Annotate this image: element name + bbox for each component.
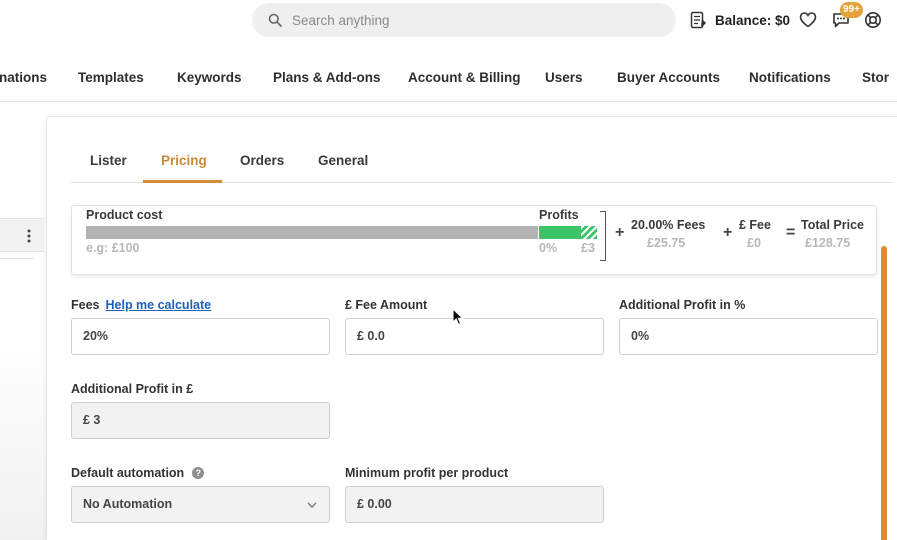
- nav-item-templates[interactable]: Templates: [78, 70, 144, 85]
- tab-pricing[interactable]: Pricing: [161, 153, 207, 168]
- help-me-calculate-link[interactable]: Help me calculate: [106, 298, 212, 312]
- nav-item-store[interactable]: Stor: [862, 70, 889, 85]
- profits-percent: 0%: [539, 241, 558, 255]
- notification-badge: 99+: [840, 2, 863, 18]
- min-profit-label: Minimum profit per product: [345, 466, 509, 480]
- tab-lister[interactable]: Lister: [90, 153, 127, 168]
- fees-amount: £25.75: [647, 236, 686, 250]
- profits-bar-striped: [581, 226, 597, 239]
- wallet-receipt-icon: [690, 11, 706, 29]
- min-profit-input[interactable]: £ 0.00: [345, 486, 604, 523]
- support-button[interactable]: [864, 11, 882, 29]
- fees-label: 20.00% Fees: [631, 218, 706, 232]
- balance-text: Balance: $0: [715, 12, 791, 28]
- nav-item-integrations[interactable]: nations: [0, 70, 47, 85]
- settings-tabs: Lister Pricing Orders General: [71, 143, 893, 183]
- nav-item-buyer-accounts[interactable]: Buyer Accounts: [617, 70, 720, 85]
- tab-orders[interactable]: Orders: [240, 153, 284, 168]
- profits-amount: £3: [581, 241, 595, 255]
- favorites-button[interactable]: [799, 11, 817, 29]
- profits-label: Profits: [539, 208, 579, 222]
- divider: [0, 258, 34, 259]
- lifebuoy-icon: [865, 12, 881, 28]
- product-cost-label: Product cost: [86, 208, 163, 222]
- top-header: Search anything Balance: $0 99+: [0, 0, 897, 42]
- search-placeholder: Search anything: [292, 12, 390, 28]
- mouse-cursor-icon: [452, 308, 464, 326]
- total-price-label: Total Price: [801, 218, 864, 232]
- nav-item-plans-addons[interactable]: Plans & Add-ons: [273, 70, 381, 85]
- equals-operator: =: [786, 224, 796, 241]
- fee-amount-label: £ Fee Amount: [345, 298, 428, 312]
- plus-operator: +: [615, 224, 625, 241]
- nav-item-account-billing[interactable]: Account & Billing: [408, 70, 521, 85]
- nav-item-keywords[interactable]: Keywords: [177, 70, 242, 85]
- active-tab-indicator: [143, 180, 222, 183]
- profits-bar: [539, 226, 581, 239]
- additional-profit-gbp-label: Additional Profit in £: [71, 382, 194, 396]
- default-automation-label: Default automation: [71, 466, 185, 480]
- fees-input[interactable]: 20%: [71, 318, 330, 355]
- nav-item-users[interactable]: Users: [545, 70, 583, 85]
- bracket-divider: [600, 211, 606, 261]
- kebab-menu-icon[interactable]: [26, 229, 32, 243]
- fixed-fee-label: £ Fee: [739, 218, 771, 232]
- list-item[interactable]: [0, 218, 44, 252]
- search-icon: [268, 13, 282, 27]
- scrollbar[interactable]: [881, 246, 887, 540]
- main-nav: nations Templates Keywords Plans & Add-o…: [0, 58, 897, 102]
- default-automation-field-label: Default automation?: [71, 466, 205, 480]
- fee-amount-input[interactable]: £ 0.0: [345, 318, 604, 355]
- fixed-fee-amount: £0: [747, 236, 761, 250]
- price-formula-card: Product cost e.g: £100 Profits 0% £3 + 2…: [71, 205, 877, 275]
- balance-button[interactable]: Balance: $0: [690, 10, 790, 30]
- default-automation-value: No Automation: [83, 497, 173, 511]
- chevron-down-icon: [307, 502, 317, 508]
- total-price-amount: £128.75: [805, 236, 851, 250]
- heart-icon: [799, 12, 817, 28]
- additional-profit-percent-input[interactable]: 0%: [619, 318, 878, 355]
- nav-item-notifications[interactable]: Notifications: [749, 70, 831, 85]
- fees-field-label: Fees Help me calculate: [71, 298, 211, 312]
- additional-profit-percent-label: Additional Profit in %: [619, 298, 746, 312]
- help-icon[interactable]: ?: [192, 467, 205, 479]
- plus-operator: +: [723, 224, 733, 241]
- tab-general[interactable]: General: [318, 153, 368, 168]
- fees-label-text: Fees: [71, 298, 100, 312]
- product-cost-example: e.g: £100: [86, 241, 140, 255]
- settings-panel: Lister Pricing Orders General Product co…: [46, 116, 897, 540]
- additional-profit-gbp-input[interactable]: £ 3: [71, 402, 330, 439]
- product-cost-bar: [86, 226, 538, 239]
- search-input[interactable]: Search anything: [252, 3, 676, 37]
- default-automation-select[interactable]: No Automation: [71, 486, 330, 523]
